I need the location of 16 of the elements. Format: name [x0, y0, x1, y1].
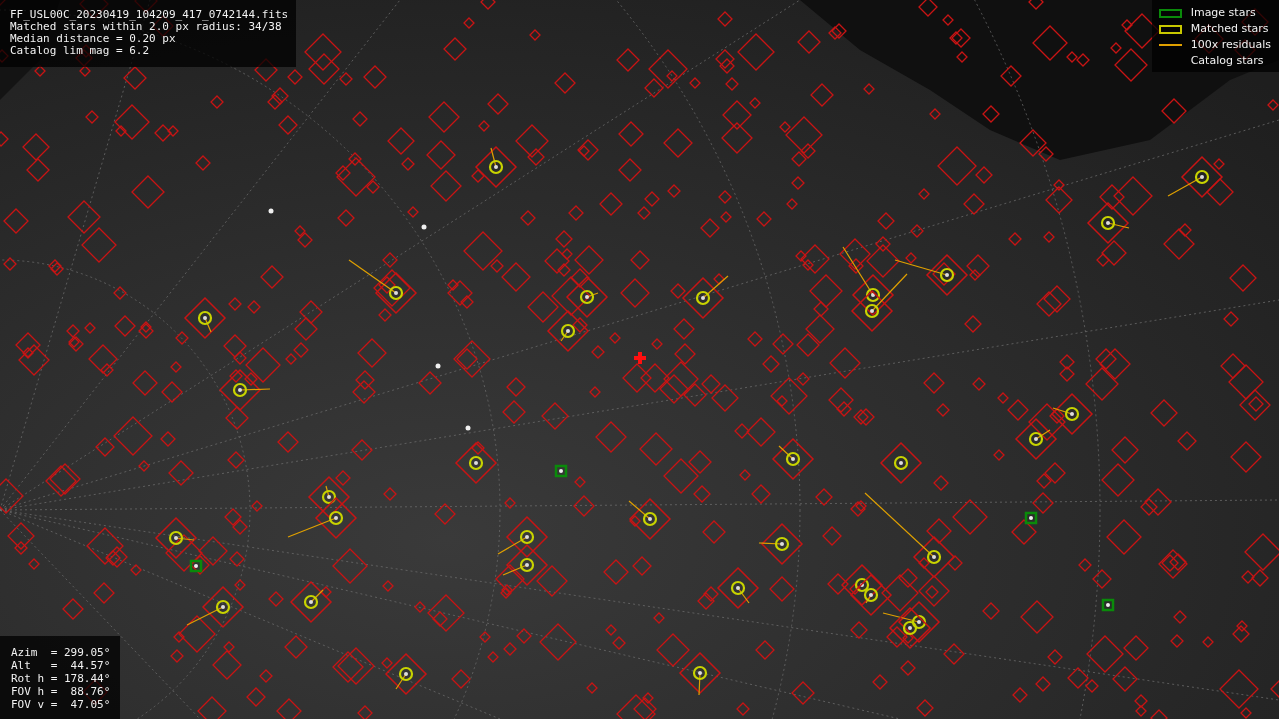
- legend-label: Image stars: [1190, 4, 1256, 21]
- pointing-text: FOV h = 88.76°: [11, 686, 111, 698]
- legend-label: Catalog stars: [1190, 52, 1264, 69]
- info-text: FF_USL00C_20230419_104209_417_0742144.fits: [10, 9, 289, 21]
- info-text: Catalog lim mag = 6.2: [10, 45, 151, 57]
- legend-label: 100x residuals: [1190, 36, 1271, 53]
- outline-rectangle-icon: [1159, 24, 1183, 34]
- info-text: Matched stars within 2.0 px radius: 34/38: [10, 21, 282, 33]
- info-text: Median distance = 0.20 px: [10, 33, 177, 45]
- line-marker-icon: [1159, 44, 1183, 46]
- outline-rectangle-icon: [1159, 8, 1183, 18]
- pointing-text: Rot h = 178.44°: [11, 673, 111, 685]
- pointing-text: Alt = 44.57°: [11, 660, 111, 672]
- pointing-text: Azim = 299.05°: [11, 647, 111, 659]
- pointing-text: FOV v = 47.05°: [11, 699, 111, 711]
- legend-label: Matched stars: [1190, 20, 1269, 37]
